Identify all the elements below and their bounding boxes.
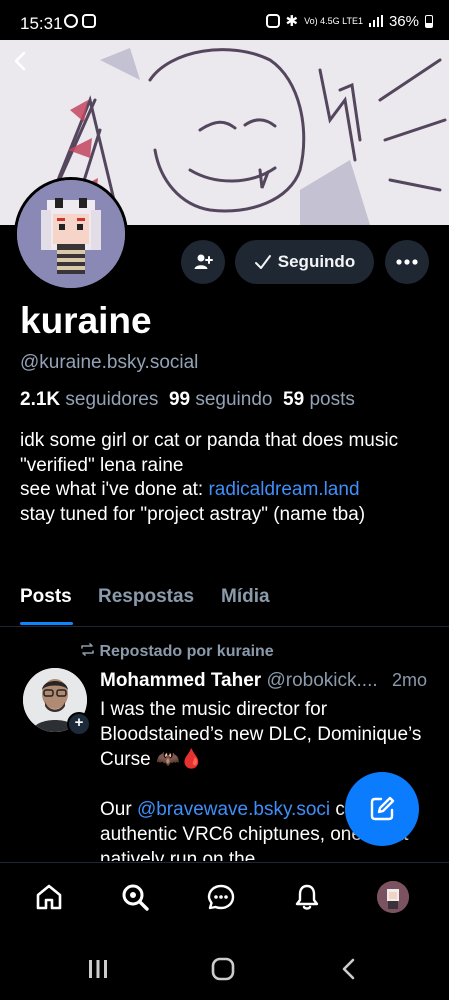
repost-label: Repostado por kuraine <box>99 643 274 660</box>
more-options-button[interactable] <box>385 240 429 284</box>
tab-replies[interactable]: Respostas <box>98 586 194 608</box>
check-icon <box>254 255 271 269</box>
compose-button[interactable] <box>345 772 419 846</box>
nav-profile[interactable] <box>373 877 413 917</box>
post-text: Our <box>100 799 137 820</box>
posts-stat: 59 posts <box>283 389 355 410</box>
bio-website-link[interactable]: radicaldream.land <box>208 479 359 500</box>
status-time: 15:31 <box>20 14 63 33</box>
status-right: ✱ Vo) 4.5G LTE1 36% <box>265 12 433 30</box>
tab-media[interactable]: Mídia <box>221 586 270 608</box>
avatar-pixel-art <box>17 180 125 288</box>
status-notification-icons <box>64 14 96 28</box>
battery-percent: 36% <box>388 12 419 30</box>
nav-chat[interactable] <box>201 877 241 917</box>
following-count: 99 <box>168 389 191 410</box>
posts-count: 59 <box>283 389 305 410</box>
follow-author-button[interactable]: + <box>67 712 91 736</box>
post-author-handle[interactable]: @robokick.... <box>266 670 377 691</box>
post-header: Mohammed Taher @robokick.... <box>100 670 435 692</box>
bio-line: see what i've done at: radicaldream.land <box>20 478 430 503</box>
nav-search[interactable] <box>115 877 155 917</box>
profile-bio: idk some girl or cat or panda that does … <box>20 429 430 527</box>
chevron-left-icon <box>14 51 26 71</box>
back-button[interactable] <box>10 50 36 76</box>
nav-notifications[interactable] <box>287 877 327 917</box>
following-label: seguindo <box>195 389 273 410</box>
following-stat[interactable]: 99 seguindo <box>169 389 273 410</box>
nav-home[interactable] <box>29 877 69 917</box>
post-timestamp: 2mo <box>392 670 428 690</box>
person-plus-icon <box>194 254 213 269</box>
tab-posts[interactable]: Posts <box>20 586 72 608</box>
add-user-button[interactable] <box>181 240 225 284</box>
profile-stats: 2.1K seguidores 99 seguindo 59 posts <box>20 389 355 411</box>
following-button[interactable]: Seguindo <box>235 240 374 284</box>
back-system-icon[interactable] <box>340 958 358 980</box>
profile-name: kuraine <box>20 300 152 341</box>
signal-icon <box>368 15 383 27</box>
repost-icon <box>81 643 94 656</box>
followers-stat[interactable]: 2.1K seguidores <box>20 389 158 410</box>
search-icon <box>122 884 149 911</box>
bio-line: stay tuned for "project astray" (name tb… <box>20 503 366 525</box>
bio-line: "verified" lena raine <box>20 454 184 476</box>
home-icon <box>36 884 62 910</box>
posts-label: posts <box>309 389 355 410</box>
followers-count: 2.1K <box>20 389 61 410</box>
bell-icon <box>295 884 319 910</box>
profile-handle: @kuraine.bsky.social <box>20 352 199 373</box>
bottom-navigation <box>0 862 449 931</box>
bio-line: idk some girl or cat or panda that does … <box>20 430 399 451</box>
profile-tabs: Posts Respostas Mídia <box>0 578 449 627</box>
followers-label: seguidores <box>65 389 159 410</box>
chat-icon <box>207 884 235 910</box>
profile-avatar[interactable] <box>14 177 128 291</box>
alarm-icon <box>265 14 280 28</box>
battery-icon <box>425 14 433 28</box>
profile-avatar-icon <box>377 881 409 913</box>
network-indicator: Vo) 4.5G LTE1 <box>304 15 363 26</box>
bio-link-prefix: see what i've done at: <box>20 479 209 500</box>
compose-icon <box>370 796 395 821</box>
home-system-icon[interactable] <box>211 957 235 981</box>
repost-indicator: Repostado por kuraine <box>80 643 274 661</box>
post-paragraph: I was the music director for Bloodstaine… <box>100 699 422 770</box>
status-check-icon <box>64 14 78 28</box>
status-bar: 15:31 ✱ Vo) 4.5G LTE1 36% <box>0 0 449 40</box>
recent-apps-icon[interactable] <box>87 958 109 980</box>
post-mention-link[interactable]: @bravewave.bsky.soci <box>137 799 330 820</box>
post-author-name[interactable]: Mohammed Taher <box>100 670 261 691</box>
bluetooth-icon: ✱ <box>285 13 299 30</box>
instagram-icon <box>82 14 96 28</box>
following-button-label: Seguindo <box>277 252 356 271</box>
system-navigation-bar <box>0 930 449 1000</box>
tab-active-indicator <box>20 622 73 625</box>
ellipsis-icon <box>396 259 418 265</box>
